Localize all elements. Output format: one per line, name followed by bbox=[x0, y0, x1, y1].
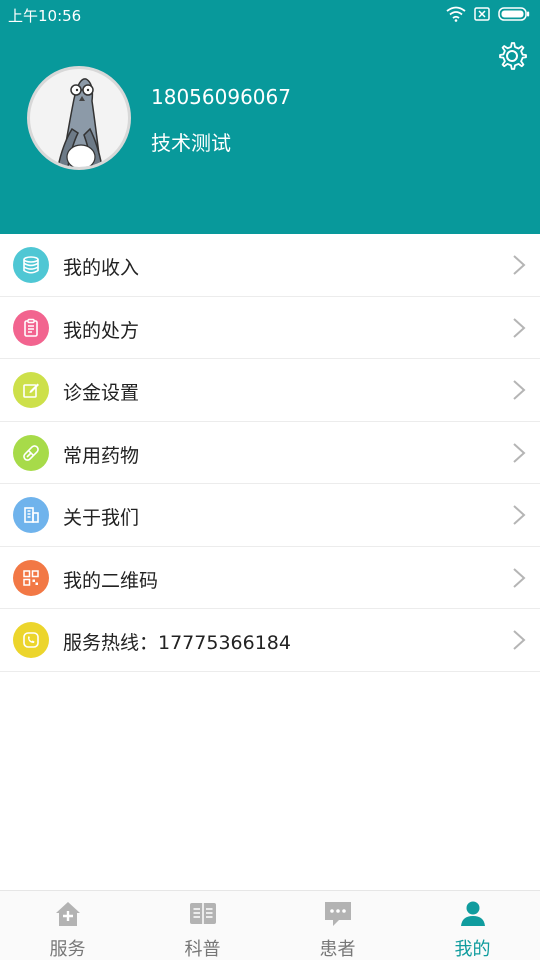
menu-item-common-drugs[interactable]: 常用药物 bbox=[0, 422, 540, 484]
pill-icon bbox=[13, 434, 49, 471]
status-time: 上午10:56 bbox=[8, 7, 82, 25]
chevron-right-icon bbox=[513, 630, 526, 650]
profile-menu: 我的收入 我的处方 诊金设置 常用药物 关于我们 我的二维码 服务热线：1777… bbox=[0, 234, 540, 672]
tab-label: 科普 bbox=[184, 939, 221, 960]
menu-item-fee-settings[interactable]: 诊金设置 bbox=[0, 359, 540, 422]
user-icon bbox=[460, 901, 485, 926]
clipboard-icon bbox=[13, 309, 49, 346]
menu-item-label: 我的处方 bbox=[63, 319, 140, 342]
building-icon bbox=[13, 497, 49, 533]
chevron-right-icon bbox=[513, 505, 526, 525]
tab-patients[interactable]: 患者 bbox=[270, 891, 405, 960]
edit-icon bbox=[13, 372, 49, 408]
chat-icon bbox=[324, 902, 351, 926]
menu-item-label: 关于我们 bbox=[63, 507, 140, 529]
book-icon bbox=[189, 903, 216, 924]
wifi-icon bbox=[446, 6, 466, 22]
bottom-tab-bar: 服务 科普 患者 我的 bbox=[0, 890, 540, 960]
status-bar: 上午10:56 bbox=[0, 0, 540, 30]
menu-item-hotline[interactable]: 服务热线：17775366184 bbox=[0, 609, 540, 672]
chevron-right-icon bbox=[513, 317, 526, 338]
tab-label: 服务 bbox=[49, 939, 86, 960]
chevron-right-icon bbox=[513, 255, 526, 275]
status-icons bbox=[446, 5, 530, 23]
menu-item-prescriptions[interactable]: 我的处方 bbox=[0, 297, 540, 359]
menu-item-label: 服务热线：17775366184 bbox=[63, 632, 291, 654]
tab-science[interactable]: 科普 bbox=[135, 891, 270, 960]
tab-label: 患者 bbox=[319, 939, 356, 960]
chevron-right-icon bbox=[513, 442, 526, 463]
phone-icon bbox=[13, 622, 49, 658]
battery-icon bbox=[498, 7, 530, 21]
user-nickname: 技术测试 bbox=[151, 131, 231, 155]
menu-item-income[interactable]: 我的收入 bbox=[0, 234, 540, 297]
menu-item-label: 我的二维码 bbox=[63, 569, 159, 592]
qrcode-icon bbox=[13, 559, 49, 596]
chevron-right-icon bbox=[513, 380, 526, 400]
settings-gear-icon[interactable] bbox=[496, 40, 528, 72]
tab-label: 我的 bbox=[454, 939, 491, 960]
menu-item-about-us[interactable]: 关于我们 bbox=[0, 484, 540, 547]
menu-item-qrcode[interactable]: 我的二维码 bbox=[0, 547, 540, 609]
pigeon-avatar-icon bbox=[57, 78, 103, 167]
menu-item-label: 诊金设置 bbox=[63, 382, 140, 404]
menu-item-label: 我的收入 bbox=[63, 257, 140, 279]
avatar[interactable] bbox=[27, 66, 131, 170]
profile-header: 上午10:56 18056096067 技术测试 bbox=[0, 0, 540, 234]
no-sim-icon bbox=[474, 7, 490, 21]
home-plus-icon bbox=[55, 902, 80, 926]
menu-item-label: 常用药物 bbox=[63, 444, 140, 467]
chevron-right-icon bbox=[513, 567, 526, 588]
tab-service[interactable]: 服务 bbox=[0, 891, 135, 960]
database-icon bbox=[13, 247, 49, 283]
tab-mine[interactable]: 我的 bbox=[405, 891, 540, 960]
user-phone: 18056096067 bbox=[151, 85, 291, 109]
